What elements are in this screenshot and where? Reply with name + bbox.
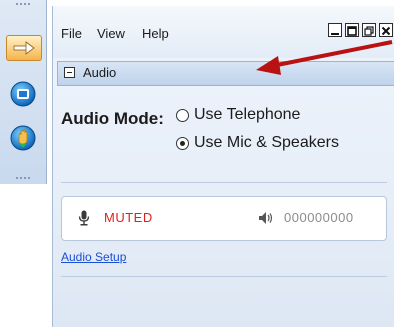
raise-hand-icon: [10, 125, 36, 151]
radio-telephone[interactable]: [176, 108, 189, 122]
divider: [61, 182, 387, 183]
minimize-button[interactable]: [328, 23, 342, 37]
audio-section-header[interactable]: Audio: [57, 61, 394, 86]
section-title: Audio: [83, 65, 117, 80]
audio-mode-label: Audio Mode:: [61, 109, 164, 128]
muted-status: MUTED: [104, 210, 153, 225]
window-controls: [328, 23, 393, 37]
option-label-mic-speakers: Use Mic & Speakers: [194, 134, 339, 151]
menu-bar: File View Help: [53, 6, 394, 58]
popout-icon: [364, 26, 374, 36]
phone-number: 000000000: [284, 210, 354, 225]
option-label-telephone: Use Telephone: [194, 106, 301, 123]
collapse-icon[interactable]: [64, 67, 75, 78]
arrow-button[interactable]: [6, 35, 42, 61]
option-use-mic-speakers[interactable]: Use Mic & Speakers: [176, 134, 339, 152]
menu-file[interactable]: File: [61, 26, 82, 41]
divider-bottom: [61, 276, 387, 277]
raise-hand-button[interactable]: [9, 124, 37, 152]
audio-panel: File View Help Audio Audio Mode: Use Tel…: [52, 6, 394, 327]
toolbar-grip-top[interactable]: [0, 0, 46, 8]
radio-mic-speakers[interactable]: [176, 136, 189, 150]
restore-button[interactable]: [345, 23, 359, 37]
minimize-icon: [331, 33, 339, 35]
menu-help[interactable]: Help: [142, 26, 169, 41]
arrow-icon: [13, 41, 35, 55]
audio-setup-link[interactable]: Audio Setup: [61, 250, 126, 264]
popout-button[interactable]: [362, 23, 376, 37]
side-toolbar: [0, 0, 47, 184]
menu-view[interactable]: View: [97, 26, 125, 41]
audio-status-box: MUTED 000000000: [61, 196, 387, 241]
toolbar-grip-bottom[interactable]: [0, 174, 46, 182]
stop-sharing-button[interactable]: [9, 80, 37, 108]
speaker-icon[interactable]: [258, 211, 274, 225]
option-use-telephone[interactable]: Use Telephone: [176, 106, 300, 124]
close-icon: [381, 26, 391, 36]
restore-icon: [347, 26, 357, 36]
close-button[interactable]: [379, 23, 393, 37]
stop-icon: [10, 81, 36, 107]
microphone-icon[interactable]: [78, 210, 90, 226]
